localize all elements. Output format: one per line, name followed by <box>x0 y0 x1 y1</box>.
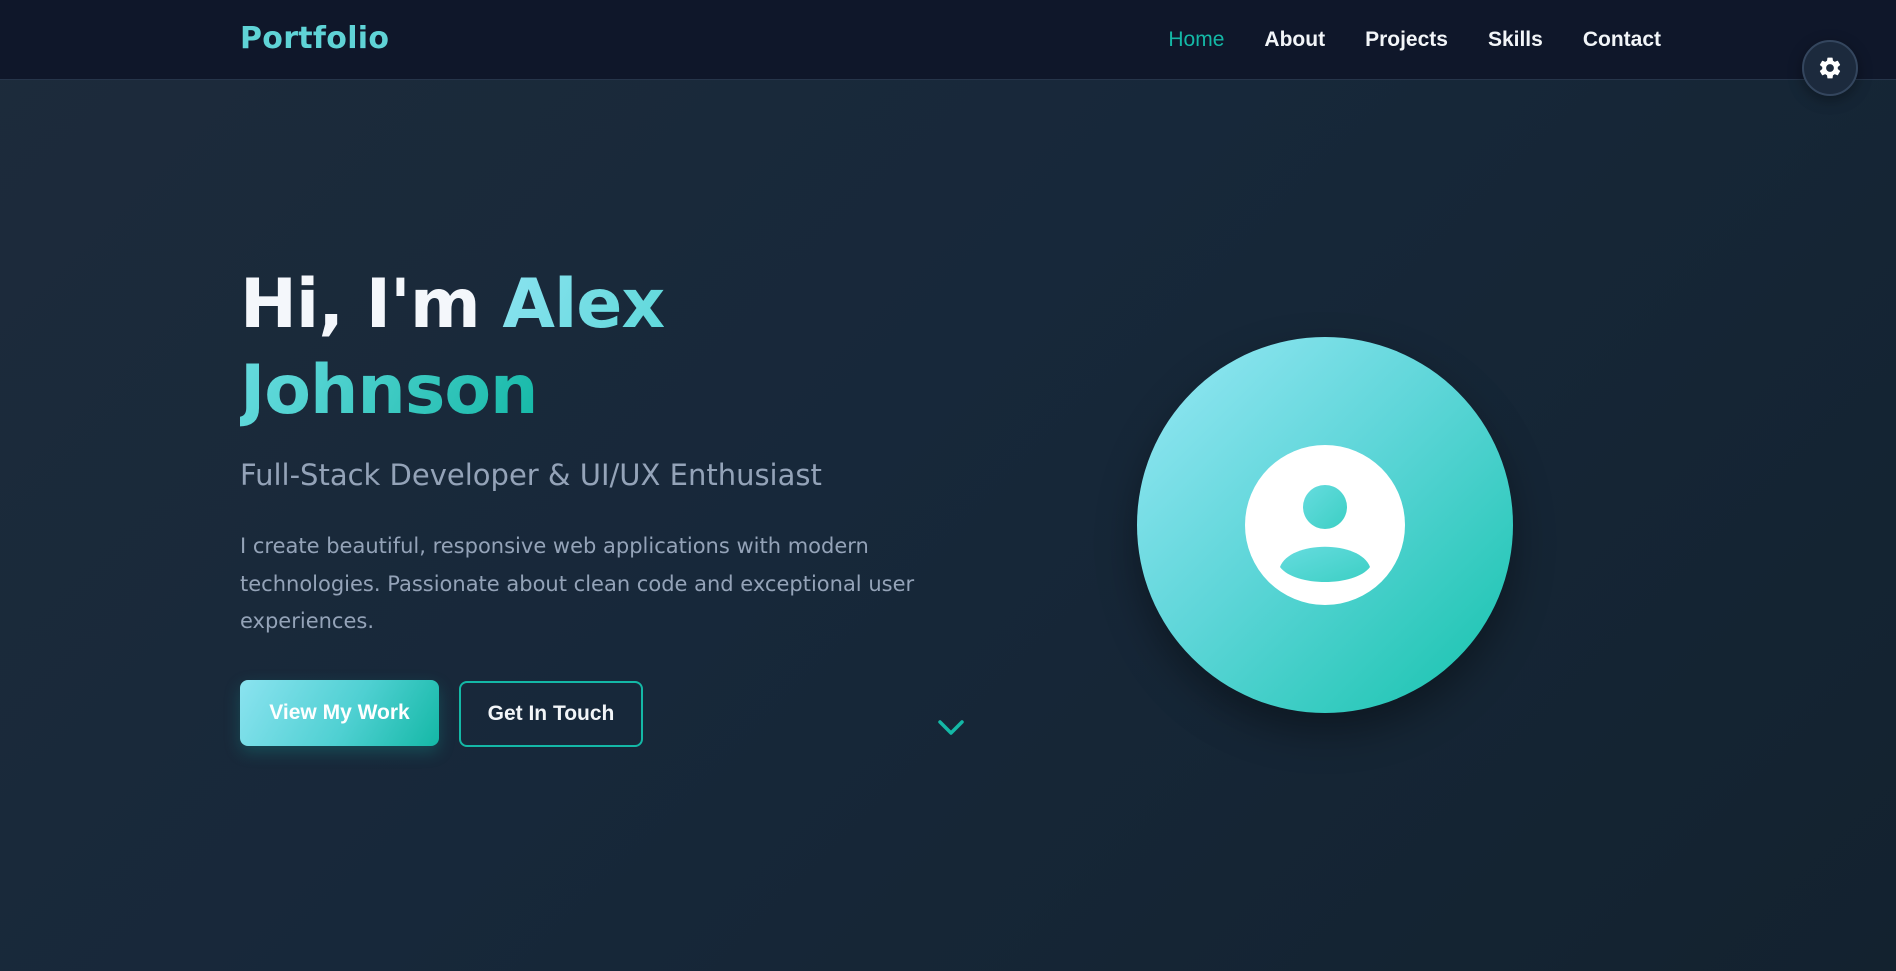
hero-subtitle: Full-Stack Developer & UI/UX Enthusiast <box>240 458 822 492</box>
view-my-work-button[interactable]: View My Work <box>240 680 439 746</box>
nav-link-home[interactable]: Home <box>1168 26 1224 54</box>
chevron-down-icon <box>938 720 964 735</box>
logo[interactable]: Portfolio <box>240 20 389 58</box>
nav-link-contact[interactable]: Contact <box>1583 26 1661 54</box>
scroll-down-indicator[interactable] <box>934 714 968 742</box>
nav-links: Home About Projects Skills Contact <box>1168 26 1661 54</box>
hero-description: I create beautiful, responsive web appli… <box>240 534 915 633</box>
navbar: Portfolio Home About Projects Skills Con… <box>0 0 1896 80</box>
hero-greeting: Hi, I'm <box>240 265 503 344</box>
get-in-touch-button[interactable]: Get In Touch <box>459 681 643 747</box>
nav-link-projects[interactable]: Projects <box>1365 26 1448 54</box>
user-icon <box>1245 445 1405 605</box>
nav-link-about[interactable]: About <box>1264 26 1325 54</box>
gear-icon <box>1819 57 1841 79</box>
nav-link-skills[interactable]: Skills <box>1488 26 1543 54</box>
avatar <box>1137 337 1513 713</box>
theme-toggle-button[interactable] <box>1802 40 1858 96</box>
hero-title: Hi, I'm Alex Johnson <box>240 262 940 434</box>
